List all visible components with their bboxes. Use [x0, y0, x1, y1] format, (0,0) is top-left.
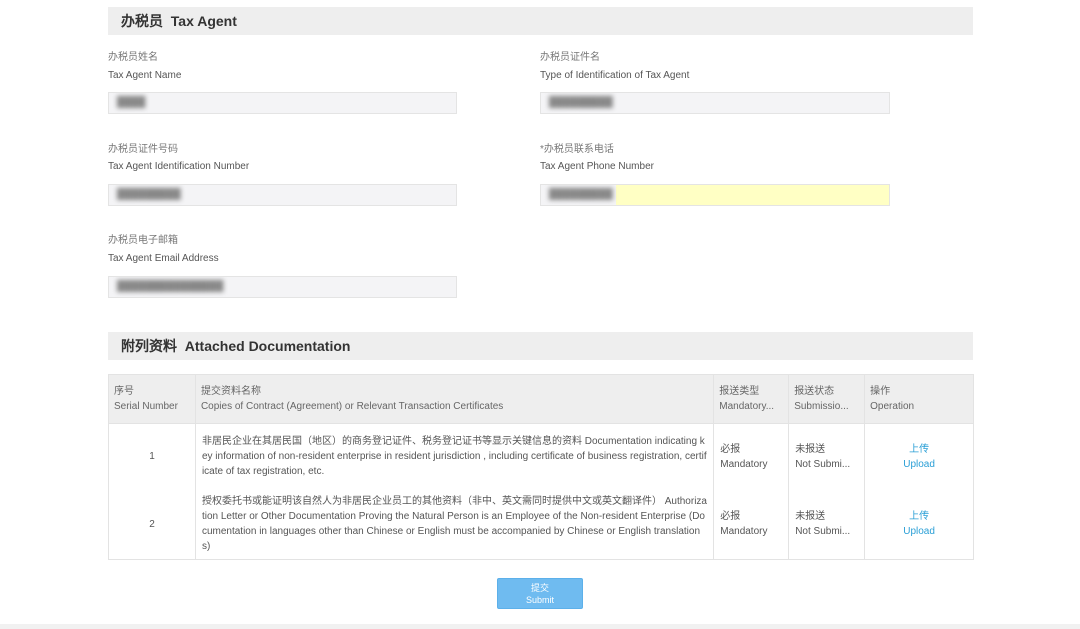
table-row: 1 非居民企业在其居民国（地区）的商务登记证件、税务登记证书等显示关键信息的资料…	[108, 423, 974, 490]
upload-link[interactable]: 上传 Upload	[864, 423, 974, 490]
tax-agent-name-label-en: Tax Agent Name	[108, 70, 182, 81]
docs-table: 序号 Serial Number 提交资料名称 Copies of Contract…	[108, 374, 974, 560]
col-operation: 操作 Operation	[864, 374, 974, 424]
id-type-label-en: Type of Identification of Tax Agent	[540, 70, 690, 81]
docs-section-header: 附列资料 Attached Documentation	[108, 332, 973, 360]
type-cell: 必报 Mandatory	[713, 423, 790, 490]
description-cell: 授权委托书或能证明该自然人为非居民企业员工的其他资料（非中、英文需同时提供中文或…	[194, 489, 715, 560]
col-serial: 序号 Serial Number	[108, 374, 196, 424]
tax-agent-name-input[interactable]: ████	[108, 92, 457, 114]
id-number-label-cn: 办税员证件号码	[108, 144, 178, 155]
id-number-input[interactable]: █████████	[108, 184, 457, 206]
serial-cell: 1	[108, 423, 196, 490]
status-cell: 未报送 Not Submi...	[788, 489, 866, 560]
bottom-divider	[0, 624, 1080, 629]
col-mandatory: 报送类型 Mandatory...	[713, 374, 790, 424]
status-cell: 未报送 Not Submi...	[788, 423, 866, 490]
email-label-cn: 办税员电子邮箱	[108, 235, 178, 246]
serial-cell: 2	[108, 489, 196, 560]
phone-input[interactable]: █████████	[540, 184, 890, 206]
upload-link[interactable]: 上传 Upload	[864, 489, 974, 560]
phone-label-en: Tax Agent Phone Number	[540, 161, 654, 172]
type-cell: 必报 Mandatory	[713, 489, 790, 560]
id-type-label-cn: 办税员证件名	[540, 52, 600, 63]
description-cell: 非居民企业在其居民国（地区）的商务登记证件、税务登记证书等显示关键信息的资料 D…	[194, 423, 715, 490]
phone-label-cn: *办税员联系电话	[540, 144, 614, 155]
col-doc-name: 提交资料名称 Copies of Contract (Agreement) or …	[194, 374, 715, 424]
tax-agent-section-header: 办税员 Tax Agent	[108, 7, 973, 35]
section-title: 办税员 Tax Agent	[121, 13, 237, 29]
email-label-en: Tax Agent Email Address	[108, 253, 219, 264]
table-header-row: 序号 Serial Number 提交资料名称 Copies of Contract…	[108, 374, 974, 424]
id-number-label-en: Tax Agent Identification Number	[108, 161, 250, 172]
email-input[interactable]: ███████████████	[108, 276, 457, 298]
submit-button[interactable]: 提交 Submit	[497, 578, 583, 609]
tax-agent-name-label-cn: 办税员姓名	[108, 52, 158, 63]
table-row: 2 授权委托书或能证明该自然人为非居民企业员工的其他资料（非中、英文需同时提供中…	[108, 489, 974, 560]
section-title: 附列资料 Attached Documentation	[121, 338, 351, 354]
id-type-input[interactable]: █████████	[540, 92, 890, 114]
col-status: 报送状态 Submissio...	[788, 374, 866, 424]
